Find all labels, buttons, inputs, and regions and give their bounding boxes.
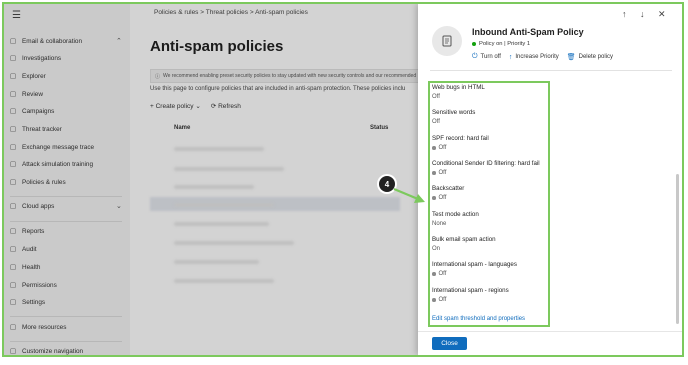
setting-label: Conditional Sender ID filtering: hard fa… xyxy=(432,160,540,167)
setting-value: None xyxy=(432,221,479,227)
setting-item: Test mode action None xyxy=(432,211,479,227)
scrollbar[interactable] xyxy=(676,174,679,324)
setting-item: International spam - regions Off xyxy=(432,287,509,303)
policy-icon xyxy=(432,26,462,56)
status-dot-icon xyxy=(432,272,436,276)
setting-value: Off xyxy=(432,271,517,277)
setting-label: International spam - regions xyxy=(432,287,509,294)
panel-actions: ⏻ Turn off ↑ Increase Priority 🗑 Delete pol… xyxy=(472,53,613,61)
setting-value-text: Off xyxy=(432,94,440,100)
status-dot-icon xyxy=(432,196,436,200)
panel-title: Inbound Anti-Spam Policy xyxy=(472,27,584,37)
setting-value: Off xyxy=(432,297,509,303)
screenshot-frame: ☰ ▢ Email & collaboration ⌃ ▢ Investigations… xyxy=(2,2,684,357)
callout-arrow-icon xyxy=(393,187,425,203)
status-dot-icon xyxy=(432,146,436,150)
increase-priority-label: Increase Priority xyxy=(515,54,559,60)
status-dot-icon xyxy=(432,171,436,175)
setting-label: Test mode action xyxy=(432,211,479,218)
setting-value-text: Off xyxy=(438,145,447,151)
turn-off-label: Turn off xyxy=(480,54,501,60)
setting-label: Backscatter xyxy=(432,185,465,192)
trash-icon: 🗑 xyxy=(566,54,576,61)
setting-value-text: Off xyxy=(438,195,447,201)
setting-item: Web bugs in HTML Off xyxy=(432,84,485,100)
setting-item: Bulk email spam action On xyxy=(432,236,496,252)
setting-value: Off xyxy=(432,94,485,100)
setting-value-text: Off xyxy=(438,271,447,277)
status-dot-icon xyxy=(432,298,436,302)
setting-value-text: None xyxy=(432,221,447,227)
footer-divider xyxy=(418,331,682,332)
arrow-down-icon[interactable]: ↓ xyxy=(640,9,645,19)
setting-value: Off xyxy=(432,170,540,176)
status-on-icon xyxy=(472,42,476,46)
setting-value: Off xyxy=(432,119,475,125)
setting-item: International spam - languages Off xyxy=(432,261,517,277)
power-icon: ⏻ xyxy=(472,53,478,60)
setting-label: Bulk email spam action xyxy=(432,236,496,243)
arrow-up-icon[interactable]: ↑ xyxy=(622,9,627,19)
close-button[interactable]: Close xyxy=(432,337,467,350)
setting-value-text: Off xyxy=(438,297,447,303)
turn-off-button[interactable]: ⏻ Turn off xyxy=(472,53,501,61)
policy-status-text: Policy on | Priority 1 xyxy=(479,41,531,47)
setting-label: International spam - languages xyxy=(432,261,517,268)
setting-value-text: Off xyxy=(432,119,440,125)
setting-value: On xyxy=(432,246,496,252)
divider xyxy=(430,70,672,71)
edit-spam-threshold-link[interactable]: Edit spam threshold and properties xyxy=(432,316,525,322)
setting-value: Off xyxy=(432,145,489,151)
setting-item: Conditional Sender ID filtering: hard fa… xyxy=(432,160,540,176)
setting-item: Sensitive words Off xyxy=(432,109,475,125)
setting-label: Sensitive words xyxy=(432,109,476,116)
setting-value: Off xyxy=(432,195,464,201)
close-icon[interactable]: ✕ xyxy=(658,9,666,20)
setting-item: SPF record: hard fail Off xyxy=(432,135,489,151)
arrow-up-icon: ↑ xyxy=(508,53,513,61)
setting-label: SPF record: hard fail xyxy=(432,135,489,142)
setting-label: Web bugs in HTML xyxy=(432,84,485,91)
setting-item: Backscatter Off xyxy=(432,185,464,201)
policy-status: Policy on | Priority 1 xyxy=(472,41,530,47)
policy-details-panel: ↑ ↓ ✕ Inbound Anti-Spam Policy Policy on… xyxy=(418,4,682,355)
delete-policy-label: Delete policy xyxy=(578,54,613,60)
setting-value-text: On xyxy=(432,246,441,252)
setting-value-text: Off xyxy=(438,170,447,176)
increase-priority-button[interactable]: ↑ Increase Priority xyxy=(509,53,559,61)
delete-policy-button[interactable]: 🗑 Delete policy xyxy=(567,53,613,61)
